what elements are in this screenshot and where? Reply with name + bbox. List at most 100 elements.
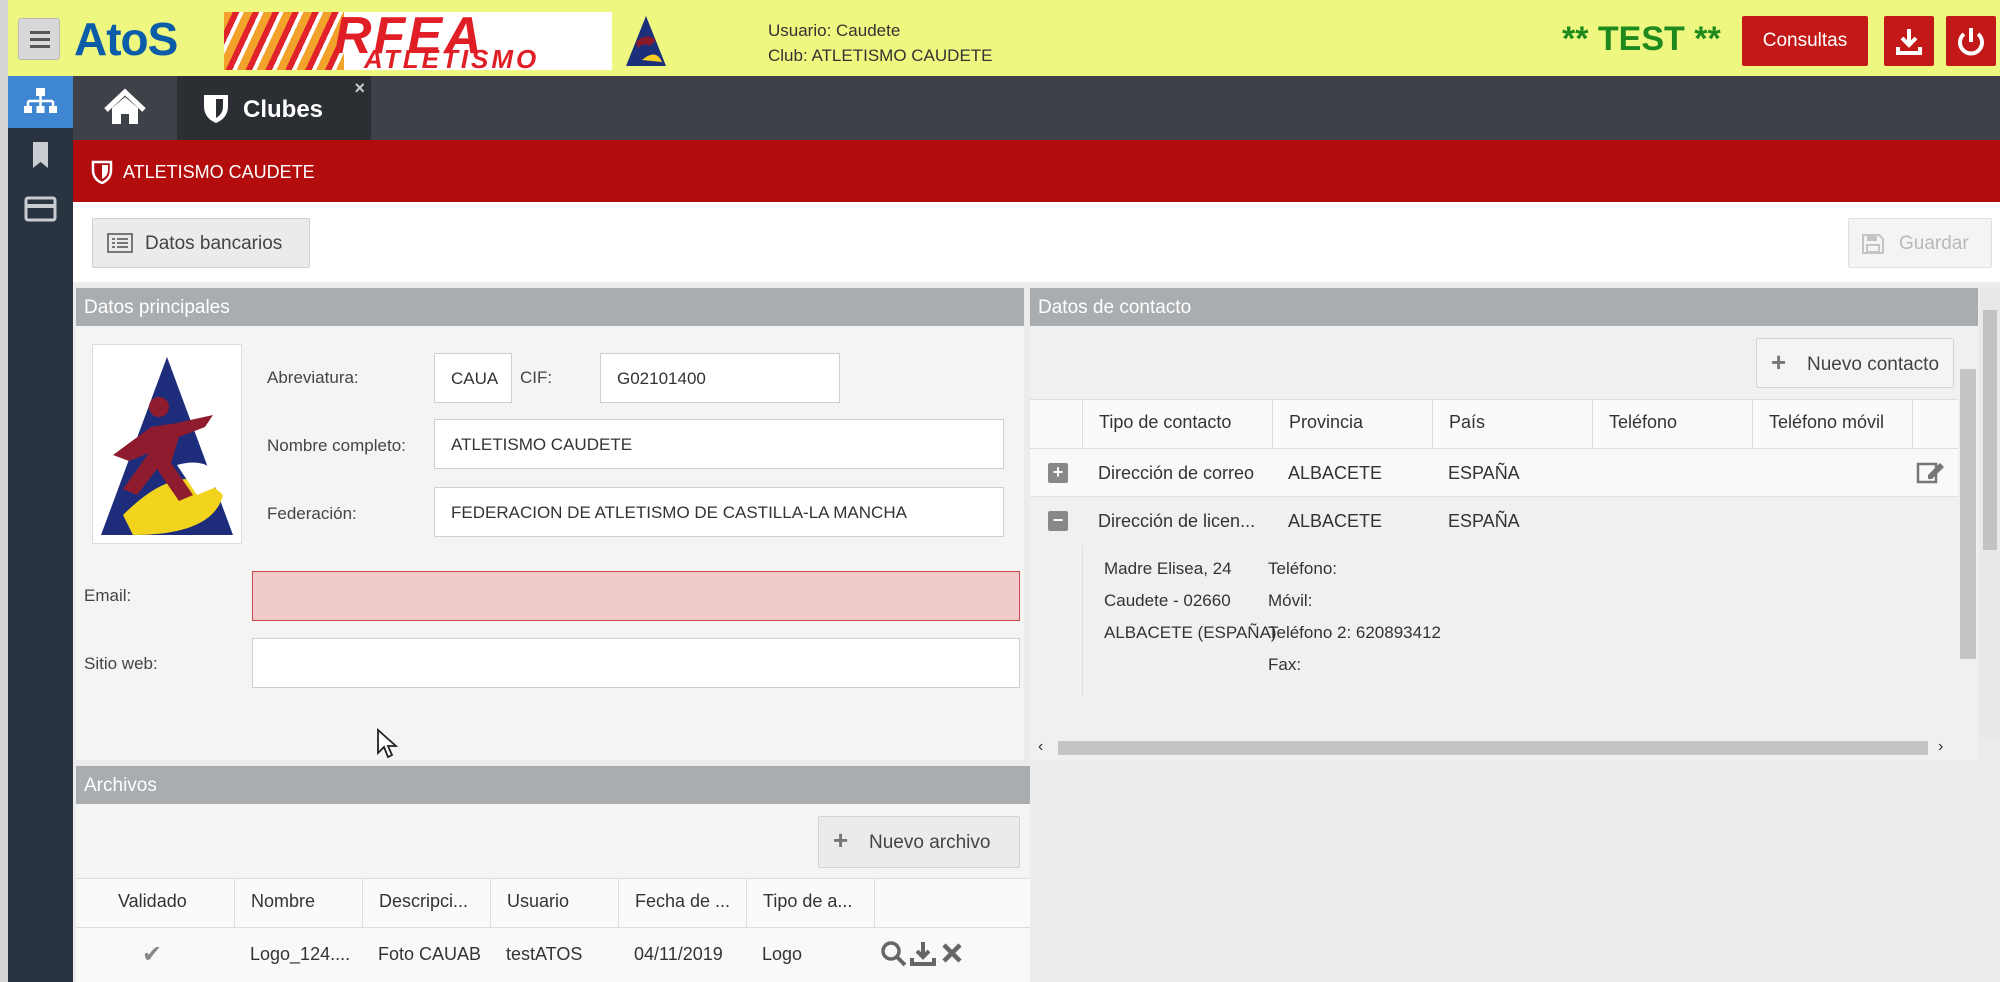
shield-icon bbox=[204, 95, 228, 123]
download-icon bbox=[1896, 29, 1922, 55]
datos-bancarios-button[interactable]: Datos bancarios bbox=[92, 218, 310, 268]
logout-button[interactable] bbox=[1946, 16, 1996, 66]
archivos-header: Archivos bbox=[76, 766, 1030, 804]
delete-icon[interactable] bbox=[940, 941, 964, 965]
sitemap-icon bbox=[24, 88, 57, 113]
cell-tipo: Dirección de licen... bbox=[1098, 511, 1256, 531]
page-vertical-scrollbar[interactable] bbox=[1980, 288, 2000, 738]
column-header[interactable]: Tipo de a... bbox=[746, 879, 874, 927]
nuevo-archivo-button[interactable]: + Nuevo archivo bbox=[818, 816, 1020, 868]
federacion-input[interactable]: FEDERACION DE ATLETISMO DE CASTILLA-LA M… bbox=[434, 487, 1004, 537]
tab-bar: Clubes × bbox=[73, 76, 2000, 140]
consultas-button[interactable]: Consultas bbox=[1742, 16, 1868, 66]
power-icon bbox=[1958, 28, 1984, 56]
tab-home[interactable] bbox=[73, 76, 177, 140]
atos-logo: AtoS bbox=[74, 13, 178, 65]
window-edge bbox=[0, 0, 8, 982]
nuevo-contacto-button[interactable]: + Nuevo contacto bbox=[1756, 338, 1954, 388]
contactos-vertical-scrollbar[interactable] bbox=[1958, 349, 1978, 727]
guardar-button[interactable]: Guardar bbox=[1848, 218, 1992, 268]
column-header-actions bbox=[1912, 400, 1958, 448]
table-row-expanded[interactable]: − Dirección de licen... ALBACETE ESPAÑA … bbox=[1030, 497, 1958, 697]
contact-phones: Teléfono: Móvil: Teléfono 2: 620893412 F… bbox=[1268, 559, 1441, 674]
cell-pais: ESPAÑA bbox=[1448, 511, 1520, 531]
validado-check-icon: ✔ bbox=[142, 941, 163, 968]
expand-icon[interactable]: + bbox=[1048, 463, 1068, 483]
column-header-actions bbox=[874, 879, 1030, 927]
credit-card-icon bbox=[24, 196, 57, 222]
sidenav-item-bookmarks[interactable] bbox=[8, 132, 73, 184]
cell-provincia: ALBACETE bbox=[1288, 463, 1383, 483]
top-bar: AtoS RFEA ATLETISMO Usuario: Caudete Clu… bbox=[8, 0, 2000, 76]
nuevo-archivo-label: Nuevo archivo bbox=[869, 832, 991, 853]
scroll-left-icon[interactable]: ‹ bbox=[1038, 738, 1043, 756]
home-icon bbox=[104, 88, 146, 124]
toolbar-area bbox=[73, 202, 2000, 282]
sitio-web-label: Sitio web: bbox=[84, 654, 158, 673]
abreviatura-input[interactable]: CAUA bbox=[434, 353, 512, 403]
page-title: ATLETISMO CAUDETE bbox=[123, 162, 315, 182]
club-title-bar: ATLETISMO CAUDETE bbox=[73, 140, 2000, 202]
search-icon[interactable] bbox=[880, 940, 908, 968]
tab-close-icon[interactable]: × bbox=[354, 78, 365, 99]
rfea-logo: RFEA ATLETISMO bbox=[224, 12, 612, 70]
nuevo-contacto-label: Nuevo contacto bbox=[1807, 354, 1940, 375]
user-name: Usuario: Caudete bbox=[768, 21, 901, 40]
column-header[interactable]: Descripci... bbox=[362, 879, 490, 927]
datos-contacto-header: Datos de contacto bbox=[1030, 288, 1978, 326]
download-icon[interactable] bbox=[908, 938, 938, 968]
datos-principales-header: Datos principales bbox=[76, 288, 1024, 326]
column-header[interactable]: Teléfono bbox=[1592, 400, 1752, 448]
email-label: Email: bbox=[84, 586, 132, 605]
contactos-table-header: Tipo de contacto Provincia País Teléfono… bbox=[1030, 399, 1958, 449]
nombre-completo-input[interactable]: ATLETISMO CAUDETE bbox=[434, 419, 1004, 469]
test-environment-label: ** TEST ** bbox=[1562, 20, 1721, 58]
cell-tipo: Dirección de correo bbox=[1098, 463, 1255, 483]
shield-icon bbox=[91, 160, 113, 184]
contactos-horizontal-scrollbar[interactable]: ‹ › bbox=[1030, 738, 1978, 758]
column-header[interactable]: Tipo de contacto bbox=[1082, 400, 1272, 448]
club-logo bbox=[92, 344, 242, 544]
cell-nombre: Logo_124.... bbox=[250, 944, 351, 964]
mouse-cursor-icon bbox=[377, 728, 398, 759]
save-icon bbox=[1862, 234, 1884, 254]
cell-pais: ESPAÑA bbox=[1448, 463, 1520, 483]
column-header[interactable]: Provincia bbox=[1272, 400, 1432, 448]
column-header[interactable]: Teléfono móvil bbox=[1752, 400, 1912, 448]
list-alt-icon bbox=[107, 233, 133, 253]
tab-clubes[interactable]: Clubes × bbox=[177, 76, 371, 140]
column-header[interactable]: Usuario bbox=[490, 879, 618, 927]
abreviatura-label: Abreviatura: bbox=[267, 368, 359, 387]
table-row[interactable]: + Dirección de correo ALBACETE ESPAÑA bbox=[1030, 449, 1958, 497]
archivos-table-header: Validado Nombre Descripci... Usuario Fec… bbox=[76, 878, 1030, 928]
email-input[interactable] bbox=[252, 571, 1020, 621]
cell-fecha: 04/11/2019 bbox=[634, 944, 723, 964]
cif-input[interactable]: G02101400 bbox=[600, 353, 840, 403]
plus-icon: + bbox=[833, 825, 849, 855]
hamburger-menu-button[interactable] bbox=[18, 18, 60, 60]
cif-label: CIF: bbox=[520, 368, 553, 387]
cell-provincia: ALBACETE bbox=[1288, 511, 1383, 531]
user-club: Club: ATLETISMO CAUDETE bbox=[768, 46, 993, 65]
federacion-label: Federación: bbox=[267, 504, 357, 523]
sitio-web-input[interactable] bbox=[252, 638, 1020, 688]
sidenav-item-structure[interactable] bbox=[8, 76, 73, 128]
datos-bancarios-label: Datos bancarios bbox=[145, 233, 283, 254]
column-header[interactable]: Fecha de ... bbox=[618, 879, 746, 927]
user-info: Usuario: Caudete Club: ATLETISMO CAUDETE bbox=[768, 18, 993, 68]
guardar-label: Guardar bbox=[1899, 233, 1969, 254]
download-button[interactable] bbox=[1884, 16, 1934, 66]
side-nav bbox=[8, 76, 73, 982]
edit-icon[interactable] bbox=[1916, 459, 1946, 485]
table-row[interactable]: ✔ Logo_124.... Foto CAUAB testATOS 04/11… bbox=[76, 928, 1030, 982]
sidenav-item-cards[interactable] bbox=[8, 186, 73, 238]
plus-icon: + bbox=[1771, 347, 1787, 377]
column-header[interactable]: Validado bbox=[76, 879, 234, 927]
collapse-icon[interactable]: − bbox=[1048, 511, 1068, 531]
column-header[interactable]: Nombre bbox=[234, 879, 362, 927]
column-header[interactable]: País bbox=[1432, 400, 1592, 448]
tab-clubes-label: Clubes bbox=[243, 96, 324, 123]
bookmark-icon bbox=[33, 142, 48, 168]
nombre-completo-label: Nombre completo: bbox=[267, 436, 406, 455]
scroll-right-icon[interactable]: › bbox=[1938, 738, 1943, 756]
